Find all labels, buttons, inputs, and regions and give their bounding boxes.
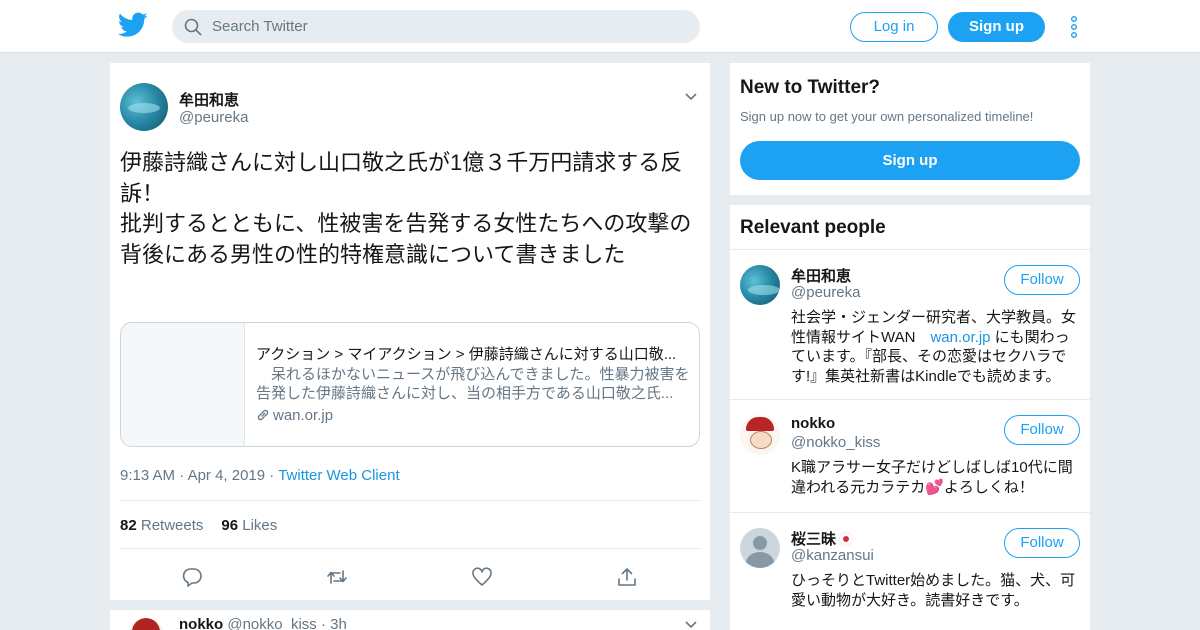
relevant-people-title: Relevant people bbox=[740, 217, 886, 238]
likes-count: 96 bbox=[221, 517, 239, 534]
reply-author-handle: @nokko_kiss bbox=[227, 616, 317, 630]
tweet-permalink-card: 牟田和恵 @peureka 伊藤詩織さんに対し山口敬之氏が1億３千万円請求する反… bbox=[110, 63, 710, 630]
person-handle[interactable]: @kanzansui bbox=[791, 547, 874, 564]
likes-stat[interactable]: 96 Likes bbox=[221, 517, 277, 534]
retweets-count: 82 bbox=[120, 517, 137, 534]
search-input[interactable] bbox=[212, 10, 682, 43]
japan-flag-icon bbox=[840, 533, 853, 545]
author-avatar[interactable] bbox=[120, 83, 168, 131]
chevron-down-icon[interactable] bbox=[684, 618, 698, 630]
search-icon bbox=[184, 18, 202, 36]
reply-age: 3h bbox=[330, 616, 347, 630]
login-button[interactable]: Log in bbox=[850, 12, 938, 42]
reply-author-avatar[interactable] bbox=[128, 618, 164, 630]
more-options-icon[interactable] bbox=[1066, 14, 1082, 40]
reply-header[interactable]: nokko @nokko_kiss · 3h bbox=[179, 616, 347, 630]
person-handle[interactable]: @peureka bbox=[791, 284, 860, 301]
signup-button[interactable]: Sign up bbox=[948, 12, 1045, 42]
reply-author-name: nokko bbox=[179, 616, 224, 630]
like-heart-icon[interactable] bbox=[471, 566, 493, 588]
link-preview-title: アクション > マイアクション > 伊藤詩織さんに対する山口敬... bbox=[256, 346, 677, 363]
signup-promo-button[interactable]: Sign up bbox=[740, 141, 1080, 180]
person-bio: 社会学・ジェンダー研究者、大学教員。女性情報サイトWAN wan.or.jp に… bbox=[791, 308, 1081, 386]
person-handle[interactable]: @nokko_kiss bbox=[791, 434, 880, 451]
signup-promo-subtitle: Sign up now to get your own personalized… bbox=[740, 109, 1034, 124]
signup-promo-card: New to Twitter? Sign up now to get your … bbox=[730, 63, 1090, 195]
follow-button[interactable]: Follow bbox=[1004, 265, 1080, 295]
follow-button[interactable]: Follow bbox=[1004, 415, 1080, 445]
retweet-icon[interactable] bbox=[326, 566, 348, 588]
divider bbox=[730, 399, 1090, 400]
bio-link[interactable]: wan.or.jp bbox=[930, 329, 990, 346]
tweet-text: 伊藤詩織さんに対し山口敬之氏が1億３千万円請求する反訴！ 批判するとともに、性被… bbox=[120, 150, 692, 267]
reply-icon[interactable] bbox=[181, 566, 203, 588]
link-preview-thumbnail bbox=[121, 323, 245, 446]
person-bio: ひっそりとTwitter始めました。猫、犬、可愛い動物が大好き。読書好きです。 bbox=[791, 572, 1076, 609]
follow-button[interactable]: Follow bbox=[1004, 528, 1080, 558]
tweet-client-link[interactable]: Twitter Web Client bbox=[278, 467, 399, 484]
author-name[interactable]: 牟田和恵 bbox=[179, 89, 239, 110]
tweet-stats: 82 Retweets 96 Likes bbox=[120, 517, 277, 534]
person-name[interactable]: nokko bbox=[791, 415, 835, 432]
link-icon bbox=[257, 409, 269, 421]
divider bbox=[120, 548, 700, 549]
author-handle[interactable]: @peureka bbox=[179, 109, 248, 126]
link-preview-domain: wan.or.jp bbox=[256, 407, 333, 424]
link-domain-text: wan.or.jp bbox=[273, 407, 334, 424]
tweet-timestamp: 9:13 AM · Apr 4, 2019 · Twitter Web Clie… bbox=[120, 467, 400, 484]
person-avatar[interactable] bbox=[740, 528, 780, 568]
link-preview-description: 呆れるほかないニュースが飛び込んできました。性暴力被害を告発した伊藤詩織さんに対… bbox=[256, 366, 690, 402]
person-avatar[interactable] bbox=[740, 265, 780, 305]
divider bbox=[730, 249, 1090, 250]
person-name[interactable]: 牟田和恵 bbox=[791, 265, 851, 286]
tweet-time[interactable]: 9:13 AM bbox=[120, 467, 175, 484]
signup-promo-title: New to Twitter? bbox=[740, 77, 881, 98]
retweets-label: Retweets bbox=[140, 517, 204, 534]
share-icon[interactable] bbox=[616, 566, 638, 588]
person-name: 桜三昧 bbox=[791, 531, 837, 548]
likes-label: Likes bbox=[242, 517, 278, 534]
retweets-stat[interactable]: 82 Retweets bbox=[120, 517, 203, 534]
reply-separator bbox=[110, 600, 710, 610]
search-box[interactable] bbox=[172, 10, 700, 43]
divider bbox=[730, 512, 1090, 513]
divider bbox=[120, 500, 700, 501]
relevant-people-card: Relevant people 牟田和恵 @peureka Follow 社会学… bbox=[730, 205, 1090, 630]
link-preview-card[interactable]: アクション > マイアクション > 伊藤詩織さんに対する山口敬... 呆れるほか… bbox=[120, 322, 700, 447]
person-avatar[interactable] bbox=[740, 415, 780, 455]
chevron-down-icon[interactable] bbox=[684, 90, 698, 104]
twitter-bird-logo-icon[interactable] bbox=[118, 12, 148, 38]
person-bio: K職アラサー女子だけどしばしば10代に間違われる元カラテカ💕よろしくね！ bbox=[791, 459, 1073, 496]
tweet-date[interactable]: Apr 4, 2019 bbox=[188, 467, 266, 484]
top-navigation-bar: Log in Sign up bbox=[0, 0, 1200, 53]
person-name-row[interactable]: 桜三昧 bbox=[791, 528, 853, 549]
